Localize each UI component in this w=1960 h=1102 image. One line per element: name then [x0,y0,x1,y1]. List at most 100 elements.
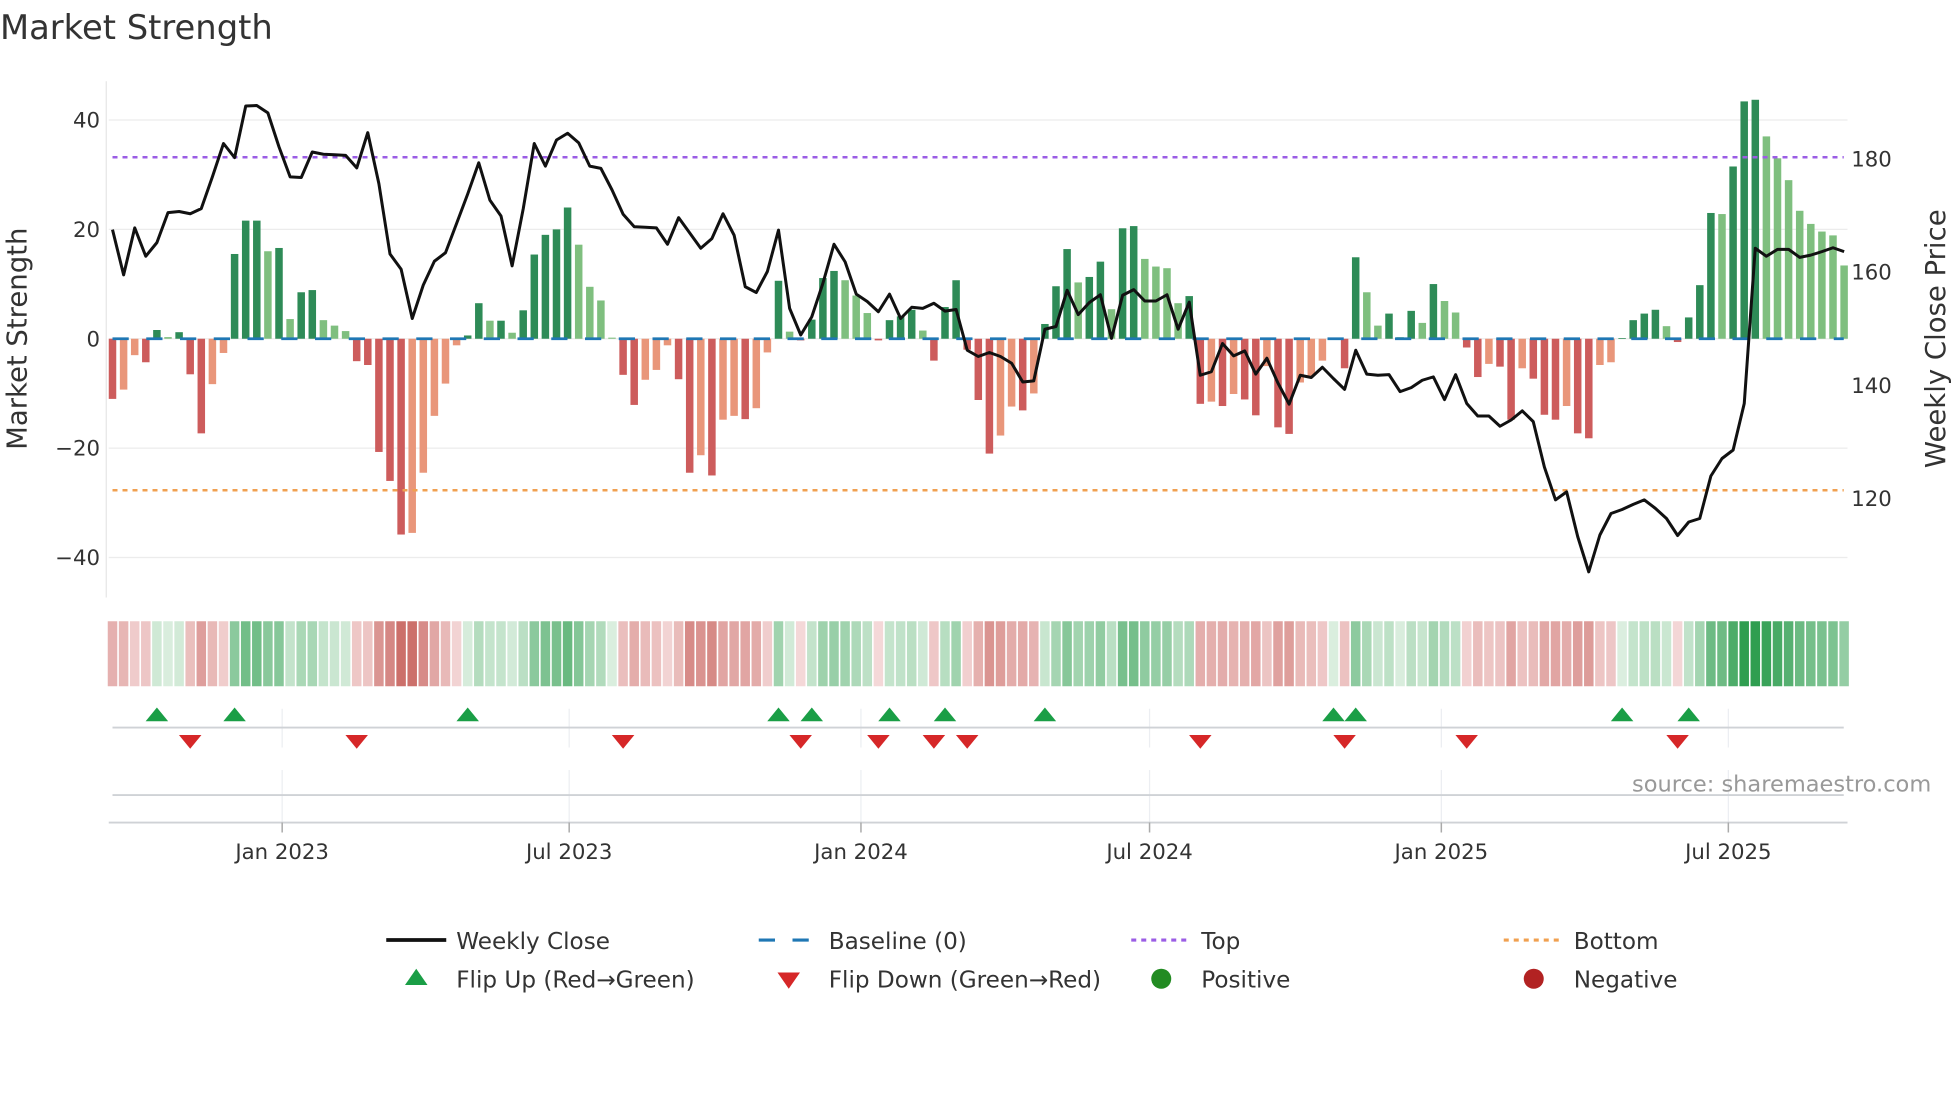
negative-bar [1340,338,1349,369]
strip-cell-negative [1251,621,1261,687]
negative-bar [1551,338,1560,420]
strip-cell-negative [351,621,362,687]
positive-bar [341,331,350,339]
strip-cell-positive [1128,621,1139,687]
positive-bar [1374,325,1382,339]
positive-bar [1740,101,1748,339]
negative-bar [1607,338,1615,363]
legend-item-positive[interactable]: Positive [1151,968,1290,994]
negative-bar [996,338,1005,436]
negative-bar [375,338,383,452]
positive-bar [586,286,594,339]
strip-cell-negative [418,621,429,687]
x-tick-label: Jul 2024 [1104,840,1192,865]
positive-bar [1385,313,1393,339]
strip-cell-negative [429,621,440,687]
strip-cell-positive [529,621,540,687]
negative-bar [630,338,638,405]
positive-bar [241,220,250,339]
negative-bar [752,338,761,409]
positive-bar [1052,286,1060,339]
strip-cell-negative [1672,621,1683,687]
strip-cell-negative [141,621,151,687]
positive-bar [1795,210,1804,339]
legend-item-weekly-close[interactable]: Weekly Close [386,929,610,955]
strip-cell-positive [1761,621,1772,687]
flip-down-marker [1189,735,1212,749]
strip-cell-positive [274,621,284,687]
strip-cell-negative [1517,621,1527,687]
strip-cell-positive [152,621,162,687]
positive-bar [1640,313,1649,339]
circle-icon [1151,968,1172,989]
positive-bar [519,310,527,339]
strip-cell-negative [1339,621,1350,687]
strip-cell-negative [662,621,673,687]
strip-cell-positive [285,621,295,687]
positive-bar [885,320,894,339]
negative-bar [697,338,705,456]
legend-item-flip-up[interactable]: Flip Up (Red→Green) [405,968,695,994]
flip-up-marker [767,707,790,722]
strip-cell-positive [562,621,573,687]
positive-bar [1351,257,1360,339]
strip-cell-negative [1539,621,1550,687]
strip-cell-negative [1306,621,1317,687]
positive-bar [1651,309,1660,339]
strip-cell-positive [773,621,784,687]
negative-bar [197,338,206,434]
negative-bar [1007,338,1016,407]
negative-bar [708,338,716,476]
strip-cell-negative [385,621,395,687]
positive-bar [1629,320,1637,339]
flip-down-marker [867,735,890,749]
legend-item-flip-down[interactable]: Flip Down (Green→Red) [777,968,1102,994]
strip-cell-positive [340,621,351,687]
positive-bar [275,247,283,339]
strip-cell-positive [518,621,528,687]
strip-cell-positive [1051,621,1061,687]
positive-bar [1696,285,1704,339]
strip-cell-negative [1506,621,1516,687]
negative-bar [974,338,983,400]
negative-bar [419,338,428,473]
legend-label: Negative [1574,968,1678,994]
strip-cell-positive [485,621,495,687]
strip-cell-positive [1683,621,1694,687]
strip-cell-negative [1228,621,1239,687]
strip-cell-positive [829,621,839,687]
legend-label: Flip Up (Red→Green) [456,968,694,994]
strip-cell-positive [807,621,817,687]
positive-bar [1829,235,1837,339]
positive-bar [164,337,172,339]
positive-bar [497,320,505,339]
legend-item-top[interactable]: Top [1131,929,1240,955]
legend-item-baseline[interactable]: Baseline (0) [758,929,967,955]
x-tick-label: Jan 2023 [233,840,329,865]
strip-cell-positive [585,621,595,687]
strip-cell-positive [1406,621,1416,687]
negative-bar [430,338,439,416]
strength-bars [108,99,1848,535]
strip-cell-positive [1739,621,1749,687]
negative-bar [186,338,194,375]
negative-bar [1240,338,1249,400]
strip-cell-positive [862,621,873,687]
strip-cell-positive [1794,621,1805,687]
strip-cell-negative [1217,621,1228,687]
legend-item-bottom[interactable]: Bottom [1503,929,1659,955]
legend-item-negative[interactable]: Negative [1523,968,1678,994]
strip-cell-positive [1140,621,1150,687]
strip-cell-negative [995,621,1006,687]
positive-bar [863,313,872,339]
strip-cell-negative [396,621,406,687]
positive-bar [841,280,849,339]
positive-bar [541,234,550,339]
strip-cell-negative [1295,621,1305,687]
negative-bar [108,338,117,399]
strip-cell-negative [629,621,639,687]
negative-bar [1585,338,1593,439]
flip-up-marker [223,707,246,722]
strip-cell-negative [1317,621,1328,687]
flip-up-marker [878,707,901,722]
